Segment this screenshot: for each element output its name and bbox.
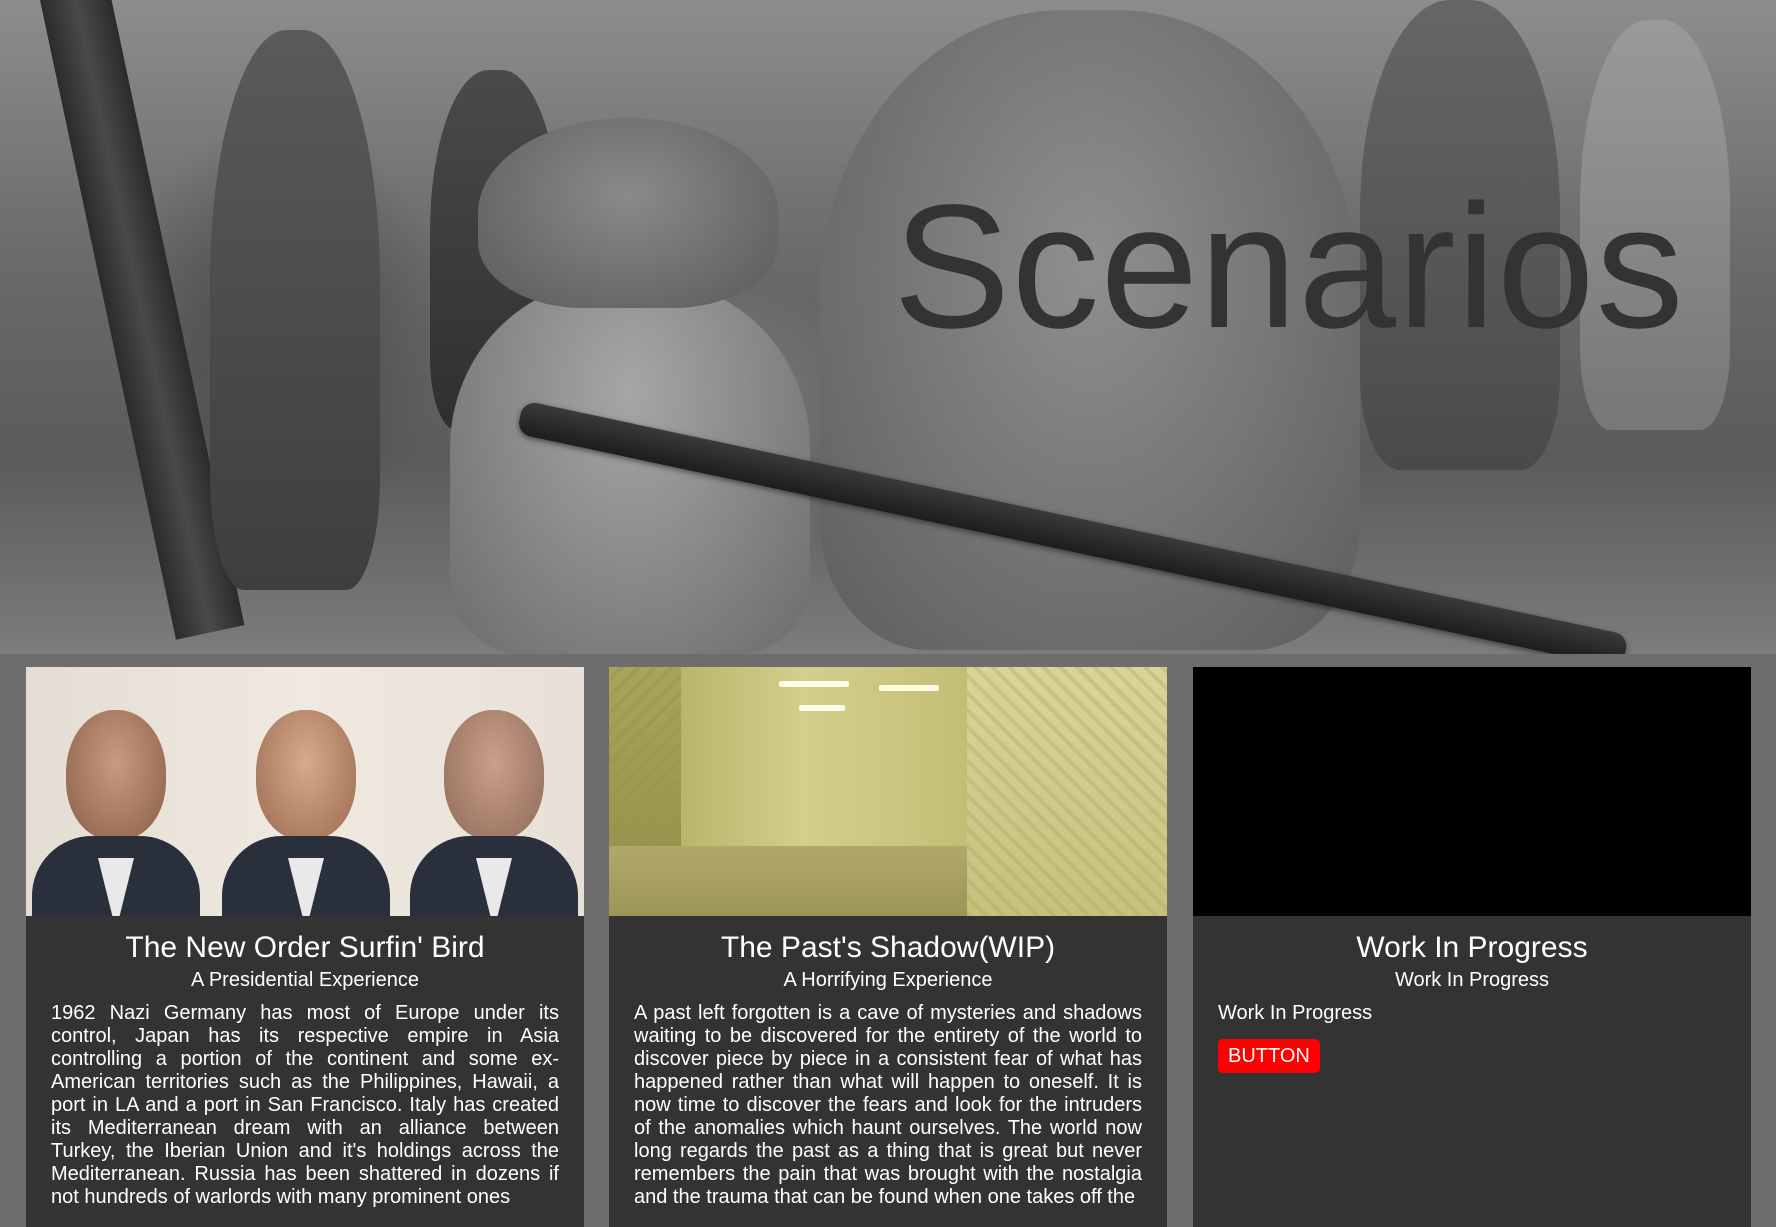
hero-photo-figure [210,30,380,590]
card-subtitle: Work In Progress [1394,969,1550,991]
card-image-wall [967,667,1167,916]
page-title: Scenarios [893,169,1685,365]
card-title: Work In Progress [1356,931,1588,964]
portrait [32,696,200,916]
card-subtitle: A Presidential Experience [191,969,419,991]
card-subtitle: A Horrifying Experience [783,969,993,991]
card-image-backrooms [609,667,1167,916]
scenario-card: The New Order Surfin' Bird A Presidentia… [26,667,584,1227]
card-image-light [799,705,845,711]
hero-banner: Scenarios [0,0,1776,654]
card-image-presidents [26,667,584,916]
card-description: A past left forgotten is a cave of myste… [634,1002,1142,1208]
card-image-light [779,681,849,687]
portrait [410,696,578,916]
card-title: The Past's Shadow(WIP) [720,931,1056,964]
card-image-placeholder [1193,667,1751,916]
card-description: Work In Progress [1218,1002,1373,1024]
portrait-face [66,710,166,840]
card-title: The New Order Surfin' Bird [125,931,485,964]
portrait [222,696,390,916]
card-image-light [879,685,939,691]
portrait-face [444,710,544,840]
hero-photo-hat [478,118,778,308]
card-description: 1962 Nazi Germany has most of Europe und… [51,1002,559,1208]
portrait-face [256,710,356,840]
scenario-card: Work In Progress Work In Progress Work I… [1193,667,1751,1227]
card-button[interactable]: BUTTON [1218,1039,1320,1073]
scenario-card: The Past's Shadow(WIP) A Horrifying Expe… [609,667,1167,1227]
